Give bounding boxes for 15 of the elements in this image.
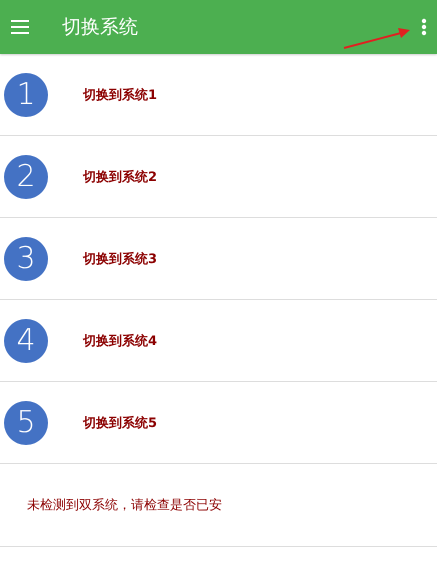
number-badge: 5 — [4, 400, 48, 444]
number-badge: 4 — [4, 318, 48, 362]
more-options-icon[interactable] — [421, 18, 427, 36]
number-badge: 3 — [4, 236, 48, 280]
number-badge: 2 — [4, 154, 48, 198]
switch-system-option[interactable]: 切换到系统1 — [83, 86, 158, 104]
switch-system-option[interactable]: 切换到系统3 — [83, 250, 158, 268]
app-title: 切换系统 — [62, 15, 138, 40]
menu-icon[interactable] — [11, 20, 29, 34]
notice-text: 未检测到双系统，请检查是否已安 — [27, 497, 222, 514]
switch-system-option[interactable]: 切换到系统5 — [83, 414, 158, 432]
annotation-arrow — [344, 28, 410, 49]
switch-system-option[interactable]: 切换到系统4 — [83, 332, 158, 350]
number-badge: 1 — [4, 72, 48, 116]
switch-system-option[interactable]: 切换到系统2 — [83, 168, 158, 186]
